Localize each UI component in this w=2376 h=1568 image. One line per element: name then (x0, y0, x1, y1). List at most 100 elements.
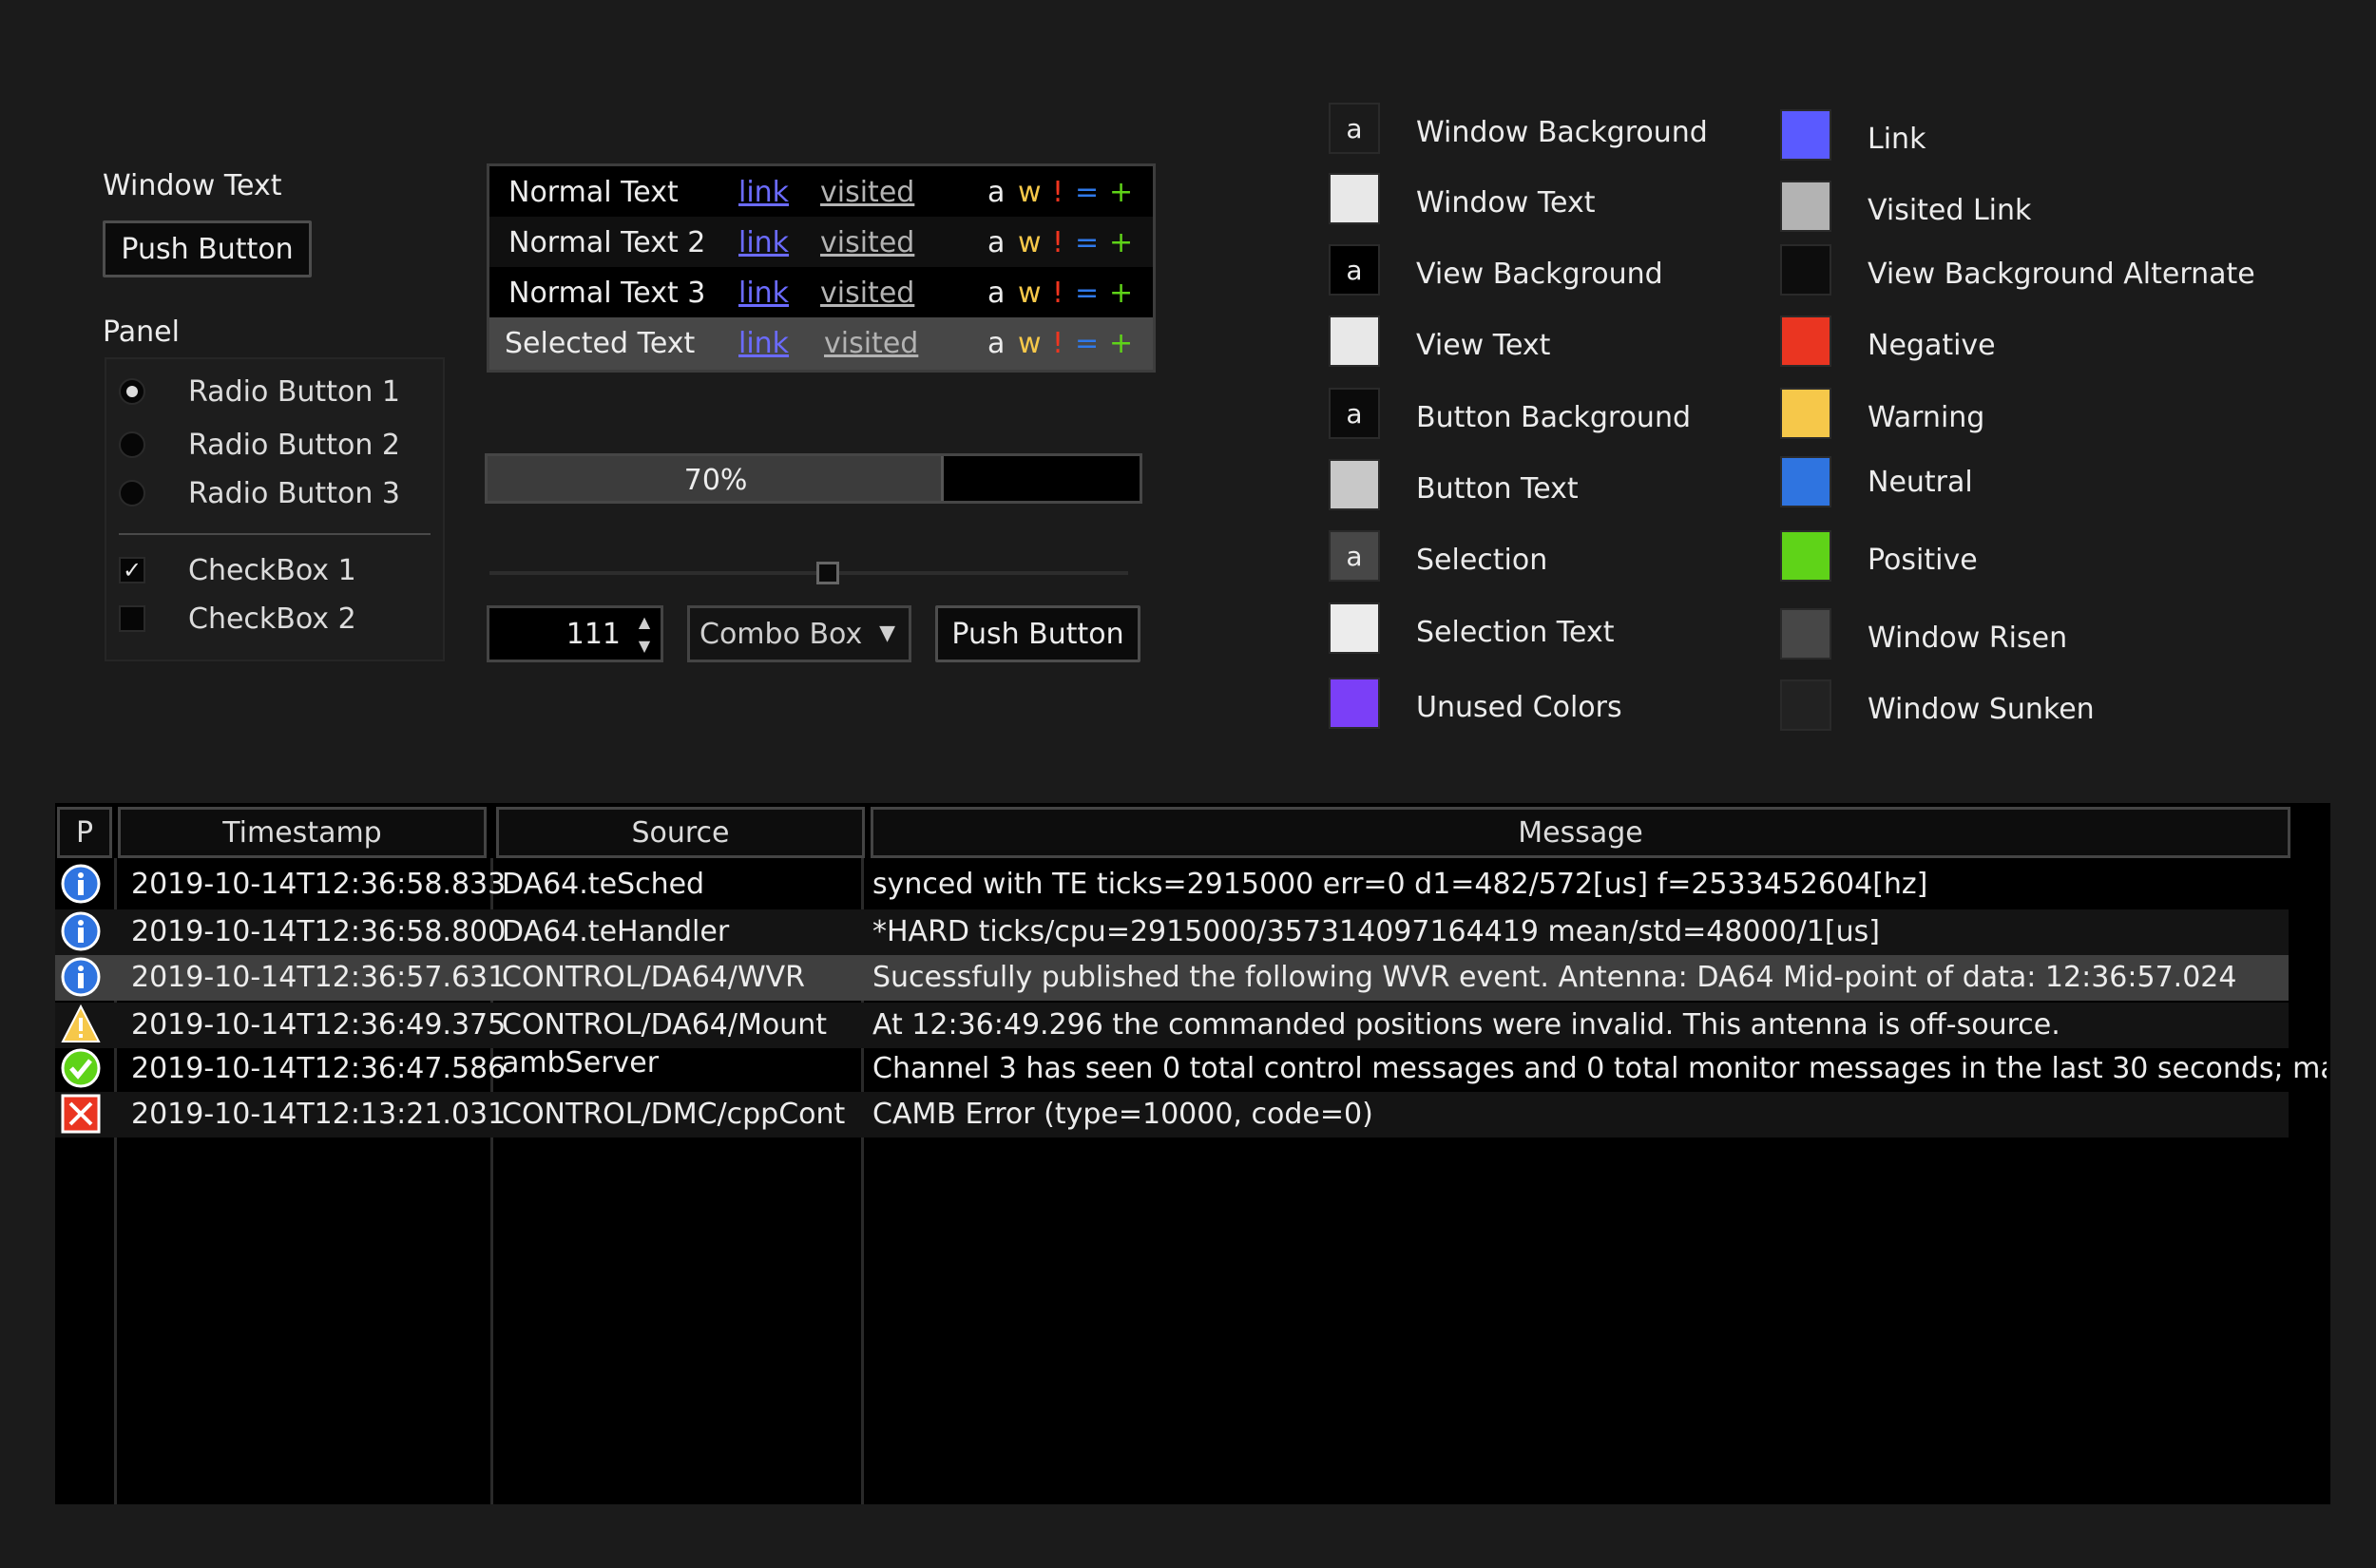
item-link[interactable]: link (738, 226, 789, 259)
radio-indicator[interactable] (119, 378, 145, 405)
swatch-label: Window Text (1416, 186, 1596, 220)
table-row[interactable]: 2019-10-14T12:36:58.833 DA64.teSched syn… (55, 862, 2289, 908)
swatch-label: Negative (1868, 329, 1996, 362)
swatch-view-text (1329, 316, 1380, 367)
radio-button-1[interactable]: Radio Button 1 (119, 373, 400, 411)
cell-timestamp: 2019-10-14T12:36:58.800 (131, 915, 507, 948)
swatch-visited-link (1780, 181, 1831, 232)
item-glyph-a: a (987, 176, 1006, 209)
swatch-label: Unused Colors (1416, 691, 1622, 724)
cell-timestamp: 2019-10-14T12:36:57.631 (131, 961, 507, 994)
item-link[interactable]: link (738, 176, 789, 209)
table-row[interactable]: 2019-10-14T12:36:58.800 DA64.teHandler *… (55, 909, 2289, 955)
radio-label: Radio Button 3 (188, 476, 400, 510)
cell-message: At 12:36:49.296 the commanded positions … (872, 1008, 2060, 1042)
item-glyph-eq: = (1075, 226, 1100, 259)
warning-icon (61, 1004, 101, 1042)
cell-source: CONTROL/DA64/WVR (502, 961, 806, 994)
error-icon (61, 1094, 101, 1134)
radio-indicator[interactable] (119, 480, 145, 507)
info-icon (61, 911, 101, 951)
item-visited-link[interactable]: visited (820, 226, 914, 259)
table-row[interactable]: 2019-10-14T12:36:49.375 CONTROL/DA64/Mou… (55, 1003, 2289, 1048)
progress-text: 70% (683, 464, 748, 497)
swatch-label: Selection (1416, 544, 1548, 577)
checkbox-label: CheckBox 1 (188, 553, 356, 587)
swatch-label: Neutral (1868, 466, 1973, 499)
spin-down-icon[interactable]: ▼ (631, 634, 658, 658)
item-visited-link[interactable]: visited (820, 277, 914, 310)
swatch-view-background-alternate (1780, 244, 1831, 296)
radio-indicator[interactable] (119, 431, 145, 458)
checkbox-1[interactable]: ✓ CheckBox 1 (119, 551, 356, 589)
item-glyph-eq: = (1075, 327, 1100, 360)
cell-message: Channel 3 has seen 0 total control messa… (872, 1052, 2327, 1085)
check-circle-icon (61, 1048, 101, 1088)
radio-label: Radio Button 2 (188, 428, 400, 462)
item-visited-link[interactable]: visited (824, 327, 918, 360)
checkbox-label: CheckBox 2 (188, 602, 356, 636)
cell-source: DA64.teHandler (502, 915, 730, 948)
log-table[interactable]: P Timestamp Source Message 2019-10-14T12… (55, 803, 2330, 1504)
swatch-label: View Text (1416, 329, 1551, 362)
swatch-label: Window Sunken (1868, 693, 2095, 726)
cell-source: DA64.teSched (502, 868, 705, 901)
list-item[interactable]: Normal Text link visited a w ! = + (489, 166, 1153, 217)
info-icon (61, 864, 101, 904)
item-link[interactable]: link (738, 327, 789, 360)
push-button[interactable]: Push Button (103, 220, 312, 277)
text-list-view[interactable]: Normal Text link visited a w ! = + Norma… (487, 163, 1156, 373)
column-header-message[interactable]: Message (871, 807, 2290, 858)
swatch-label: Selection Text (1416, 616, 1615, 649)
swatch-label: Link (1868, 123, 1926, 156)
item-glyph-w: w (1018, 277, 1042, 310)
chevron-down-icon[interactable]: ▼ (879, 621, 895, 645)
item-glyph-w: w (1018, 226, 1042, 259)
list-item[interactable]: Normal Text 3 link visited a w ! = + (489, 267, 1153, 317)
item-glyph-bang: ! (1052, 226, 1064, 259)
table-row-selected[interactable]: 2019-10-14T12:36:57.631 CONTROL/DA64/WVR… (55, 955, 2289, 1001)
item-visited-link[interactable]: visited (820, 176, 914, 209)
checkbox-check-icon[interactable]: ✓ (119, 557, 145, 583)
swatch-selection-text (1329, 602, 1380, 654)
column-header-timestamp[interactable]: Timestamp (118, 807, 487, 858)
swatch-unused-colors (1329, 678, 1380, 729)
item-glyph-plus: + (1109, 277, 1134, 310)
cell-source: ambServer (502, 1046, 660, 1080)
slider-handle[interactable] (816, 562, 840, 584)
swatch-label: View Background Alternate (1868, 258, 2255, 291)
list-item[interactable]: Normal Text 2 link visited a w ! = + (489, 217, 1153, 267)
combo-box[interactable]: Combo Box ▼ (687, 605, 911, 662)
spin-up-icon[interactable]: ▲ (631, 610, 658, 634)
radio-button-3[interactable]: Radio Button 3 (119, 474, 400, 512)
swatch-label: Window Risen (1868, 621, 2068, 655)
column-header-priority[interactable]: P (57, 807, 112, 858)
combo-box-label: Combo Box (699, 618, 863, 651)
item-glyph-plus: + (1109, 226, 1134, 259)
item-glyph-eq: = (1075, 176, 1100, 209)
item-glyph-a: a (987, 226, 1006, 259)
checkbox-box[interactable] (119, 605, 145, 632)
column-header-source[interactable]: Source (496, 807, 865, 858)
cell-message: Sucessfully published the following WVR … (872, 961, 2237, 994)
push-button-2[interactable]: Push Button (935, 605, 1140, 662)
spin-value[interactable]: 111 (566, 618, 621, 651)
checkbox-2[interactable]: CheckBox 2 (119, 600, 356, 638)
item-link[interactable]: link (738, 277, 789, 310)
swatch-label: Button Background (1416, 401, 1691, 434)
item-glyph-a: a (987, 327, 1006, 360)
radio-button-2[interactable]: Radio Button 2 (119, 426, 400, 464)
list-item-selected[interactable]: Selected Text link visited a w ! = + (489, 317, 1153, 370)
slider-track[interactable] (489, 571, 1128, 575)
item-glyph-bang: ! (1052, 176, 1064, 209)
panel-label: Panel (103, 316, 180, 349)
swatch-selection: a (1329, 530, 1380, 582)
cell-timestamp: 2019-10-14T12:36:49.375 (131, 1008, 507, 1042)
table-row[interactable]: 2019-10-14T12:36:47.586 ambServer Channe… (55, 1046, 2327, 1092)
item-glyph-plus: + (1109, 176, 1134, 209)
swatch-button-background: a (1329, 388, 1380, 439)
table-row[interactable]: 2019-10-14T12:13:21.031 CONTROL/DMC/cppC… (55, 1092, 2289, 1138)
swatch-label: Positive (1868, 544, 1978, 577)
swatch-label: Visited Link (1868, 194, 2032, 227)
radio-label: Radio Button 1 (188, 374, 400, 409)
